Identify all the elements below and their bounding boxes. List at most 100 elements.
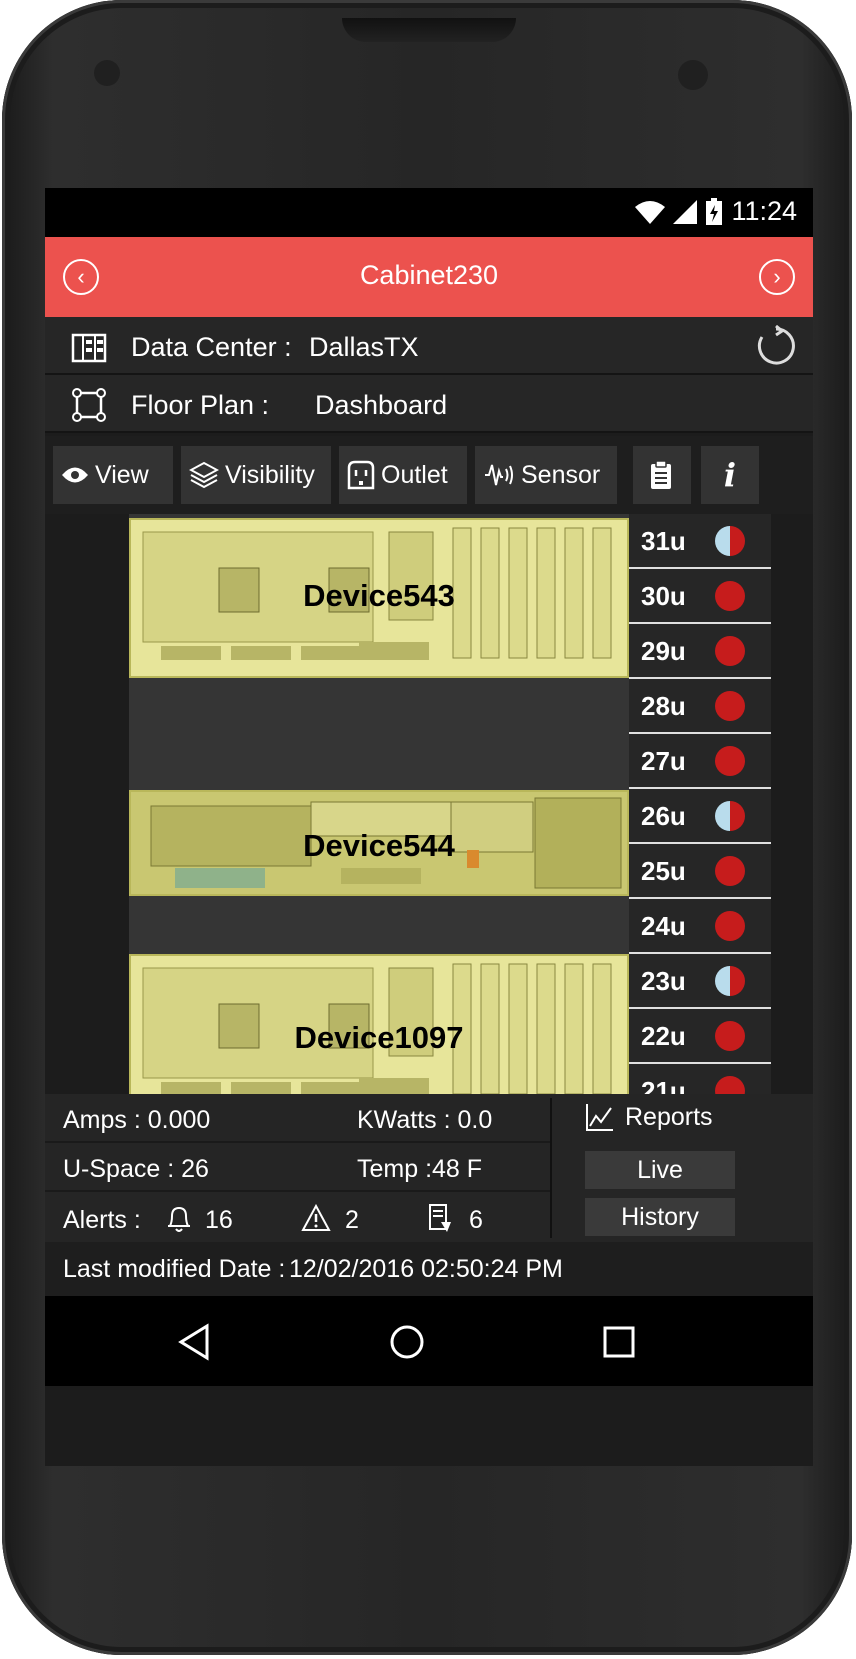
wifi-icon	[635, 200, 666, 224]
stats-row-space: U-Space : 26 Temp :48 F	[45, 1143, 550, 1192]
phone-frame: 11:24 ‹ Cabinet230 › Data Center : Dalla…	[2, 0, 852, 1655]
screen: 11:24 ‹ Cabinet230 › Data Center : Dalla…	[45, 188, 813, 1466]
device-name: Device543	[303, 578, 455, 613]
floor-plan-value[interactable]: Dashboard	[315, 390, 447, 421]
rack-unit-label: 28u	[641, 691, 686, 721]
clipboard-icon	[651, 460, 671, 489]
recents-icon[interactable]	[599, 1322, 639, 1362]
unit-status-icon	[715, 966, 745, 996]
unit-status-icon	[715, 856, 745, 886]
unit-status-icon	[715, 581, 745, 611]
rack-unit-label: 31u	[641, 526, 686, 556]
device-name: Device544	[303, 828, 455, 863]
rack-unit-label: 22u	[641, 1021, 686, 1051]
unit-status-icon	[715, 1021, 745, 1051]
data-center-row: Data Center : DallasTX	[45, 317, 813, 375]
back-icon[interactable]	[175, 1322, 215, 1362]
alerts-bell-count: 16	[205, 1206, 233, 1234]
clock: 11:24	[731, 196, 797, 226]
last-modified-label: Last modified Date :	[63, 1255, 286, 1283]
page-title: Cabinet230	[359, 260, 499, 290]
uspace-value: U-Space : 26	[63, 1155, 209, 1183]
view-button[interactable]: View	[53, 446, 173, 504]
warning-icon[interactable]	[301, 1204, 331, 1232]
sensor-dot	[94, 60, 120, 86]
rack-unit-label: 27u	[641, 746, 686, 776]
front-camera	[678, 60, 708, 90]
last-modified-value: 12/02/2016 02:50:24 PM	[289, 1255, 563, 1283]
visibility-label: Visibility	[225, 460, 315, 489]
unit-status-icon	[715, 746, 745, 776]
data-center-value[interactable]: DallasTX	[309, 332, 419, 363]
history-button[interactable]: History	[585, 1198, 735, 1236]
info-button[interactable]: i	[701, 446, 759, 504]
layers-icon	[189, 461, 219, 489]
device-name: Device1097	[294, 1020, 464, 1055]
sensor-label: Sensor	[521, 460, 601, 489]
alerts-device-count: 6	[469, 1206, 483, 1234]
last-modified-row: Last modified Date : 12/02/2016 02:50:24…	[45, 1242, 813, 1296]
outlet-button[interactable]: Outlet	[339, 446, 467, 504]
reports-label: Reports	[625, 1102, 713, 1131]
device-card[interactable]: Device1097	[129, 954, 629, 1114]
device-card[interactable]: Device543	[129, 518, 629, 678]
rack-unit-label: 26u	[641, 801, 686, 831]
amps-value: Amps : 0.000	[63, 1106, 211, 1134]
battery-charging-icon	[706, 197, 723, 225]
rack-unit-label: 29u	[641, 636, 686, 666]
rack-unit-row[interactable]: 25u	[629, 844, 771, 899]
visibility-button[interactable]: Visibility	[181, 446, 331, 504]
outlet-icon	[347, 460, 375, 490]
kwatts-value: KWatts : 0.0	[357, 1106, 493, 1134]
rack-view: Device543 Device544 Device1097 31u 30u 2…	[45, 514, 813, 1119]
device-alert-icon[interactable]	[427, 1202, 453, 1234]
unit-status-icon	[715, 911, 745, 941]
stats-row-alerts: Alerts : 16 2 6	[45, 1192, 550, 1241]
app-header: ‹ Cabinet230 ›	[45, 237, 813, 317]
rack-unit-row[interactable]: 28u	[629, 679, 771, 734]
cabinet-stats: Amps : 0.000 KWatts : 0.0 U-Space : 26 T…	[45, 1094, 813, 1242]
rack-unit-label: 23u	[641, 966, 686, 996]
floor-plan-row: Floor Plan : Dashboard	[45, 375, 813, 433]
stats-divider	[550, 1098, 552, 1238]
stats-row-power: Amps : 0.000 KWatts : 0.0	[45, 1094, 550, 1143]
refresh-icon[interactable]	[755, 325, 797, 367]
sensor-wave-icon	[485, 464, 513, 486]
bell-icon[interactable]	[165, 1204, 193, 1234]
rack-unit-row[interactable]: 24u	[629, 899, 771, 954]
building-icon	[71, 333, 107, 363]
view-label: View	[95, 460, 149, 489]
floor-plan-label: Floor Plan :	[131, 390, 270, 420]
rack-unit-row[interactable]: 30u	[629, 569, 771, 624]
earpiece	[342, 18, 516, 42]
outlet-label: Outlet	[381, 460, 448, 489]
unit-status-icon	[715, 636, 745, 666]
rack-unit-label: 24u	[641, 911, 686, 941]
temp-value: Temp :48 F	[357, 1155, 483, 1183]
android-nav-bar	[45, 1296, 813, 1386]
reports-button[interactable]: Reports	[585, 1102, 713, 1132]
chevron-right-icon: ›	[773, 264, 781, 289]
rack-unit-row[interactable]: 23u	[629, 954, 771, 1009]
home-icon[interactable]	[387, 1322, 427, 1362]
chart-line-icon	[586, 1104, 613, 1131]
status-bar: 11:24	[45, 188, 813, 237]
rack-unit-row[interactable]: 22u	[629, 1009, 771, 1064]
sensor-button[interactable]: Sensor	[475, 446, 617, 504]
rack-unit-row[interactable]: 26u	[629, 789, 771, 844]
device-card[interactable]: Device544	[129, 790, 629, 896]
next-cabinet-button[interactable]: ›	[759, 259, 795, 295]
live-button[interactable]: Live	[585, 1151, 735, 1189]
info-icon: i	[723, 456, 737, 494]
alerts-label: Alerts :	[63, 1206, 141, 1234]
cell-signal-icon	[673, 199, 698, 224]
data-center-label: Data Center :	[131, 332, 292, 362]
clipboard-button[interactable]	[633, 446, 691, 504]
toolbar: View Visibility Outlet Sensor i	[45, 436, 813, 514]
unit-status-icon	[715, 801, 745, 831]
rack-unit-row[interactable]: 31u	[629, 514, 771, 569]
rack-unit-row[interactable]: 27u	[629, 734, 771, 789]
rack-unit-label: 30u	[641, 581, 686, 611]
rack-unit-row[interactable]: 29u	[629, 624, 771, 679]
rack-unit-label: 25u	[641, 856, 686, 886]
